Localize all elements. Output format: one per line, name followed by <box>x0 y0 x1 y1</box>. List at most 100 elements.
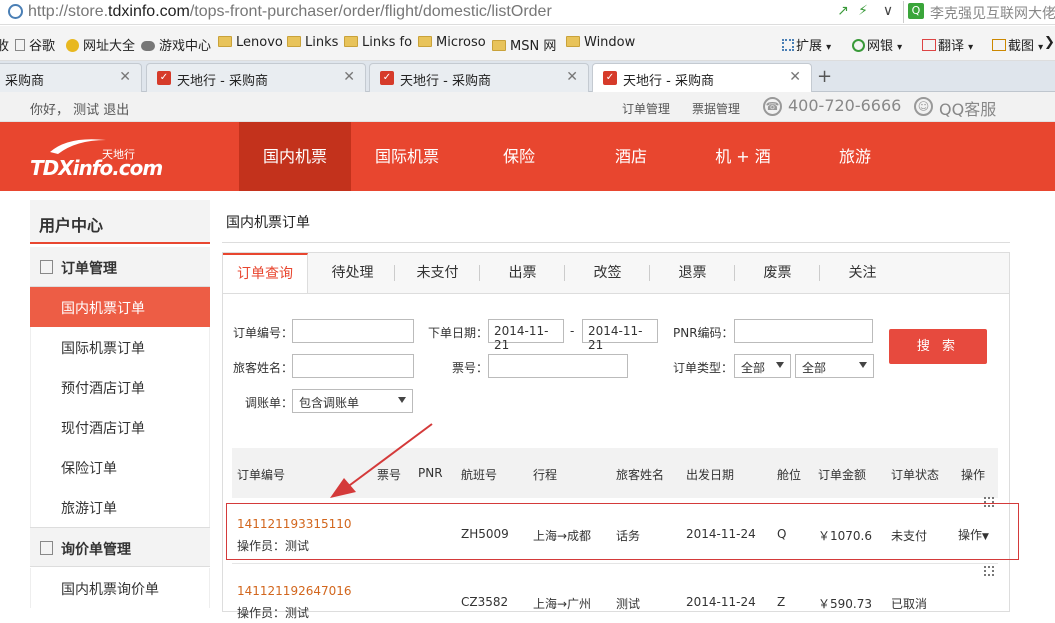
sidebar-header: 用户中心 <box>30 200 210 244</box>
row-divider <box>232 563 998 564</box>
sidebar-item-flight-inquiry[interactable]: 国内机票询价单 <box>30 568 210 608</box>
order-mgmt-link[interactable]: 订单管理 <box>622 100 670 117</box>
extensions-button[interactable]: 扩展 ▾ <box>782 35 831 54</box>
tab-void[interactable]: 废票 <box>735 253 820 294</box>
page-icon <box>15 39 25 51</box>
tab-order-query[interactable]: 订单查询 <box>223 253 308 295</box>
adjust-select[interactable]: 包含调账单 <box>292 389 413 413</box>
nav-hotel[interactable]: 酒店 <box>575 122 687 191</box>
bookmark-window[interactable]: Window <box>566 35 635 50</box>
pnr-input[interactable] <box>734 319 873 343</box>
bookmark-hao123[interactable]: 网址大全 <box>66 35 135 54</box>
site-logo[interactable]: 天地行 TDXinfo.com <box>30 134 163 180</box>
sidebar-item-intl-flight[interactable]: 国际机票订单 <box>30 327 210 367</box>
page-title: 国内机票订单 <box>226 215 310 231</box>
chevron-down-icon[interactable]: ∨ <box>880 3 896 19</box>
col-order-no: 订单编号 <box>237 468 286 482</box>
bookmarks-bar: 收 谷歌 网址大全 游戏中心 Lenovo Links Links fo Mic… <box>0 26 1055 61</box>
sidebar-item-domestic-flight[interactable]: 国内机票订单 <box>30 287 210 327</box>
date-from-input[interactable]: 2014-11-21 <box>488 319 564 352</box>
tab-1[interactable]: 采购商 ✕ <box>0 63 142 92</box>
bookmarks-more[interactable]: ❯ <box>1044 35 1055 50</box>
ticket-input[interactable] <box>488 354 628 378</box>
col-amount: 订单金额 <box>818 468 867 482</box>
tab-4-active[interactable]: ✓ 天地行 - 采购商 ✕ <box>592 63 812 93</box>
close-icon[interactable]: ✕ <box>119 69 131 85</box>
search-engine-icon: Q <box>908 3 924 19</box>
sidebar-group-orders[interactable]: 订单管理 <box>30 247 210 287</box>
order-date-label: 下单日期： <box>428 326 489 340</box>
new-tab-button[interactable]: + <box>817 66 832 87</box>
close-icon[interactable]: ✕ <box>343 69 355 85</box>
share-icon[interactable]: ↗ <box>835 3 851 19</box>
sidebar-item-cash-hotel[interactable]: 现付酒店订单 <box>30 407 210 447</box>
close-icon[interactable]: ✕ <box>789 69 801 85</box>
tab-refund[interactable]: 退票 <box>650 253 735 294</box>
bookmark-links[interactable]: Links <box>287 35 338 50</box>
qr-icon[interactable] <box>984 566 994 576</box>
sidebar-item-prepaid-hotel[interactable]: 预付酒店订单 <box>30 367 210 407</box>
globe-icon <box>8 4 23 19</box>
sidebar-group-inquiry[interactable]: 询价单管理 <box>30 527 210 567</box>
url-text[interactable]: http://store.tdxinfo.com/tops-front-purc… <box>28 3 552 21</box>
tab-title: 天地行 - 采购商 <box>400 74 491 89</box>
translate-button[interactable]: 翻译 ▾ <box>922 35 973 54</box>
nav-intl-flight[interactable]: 国际机票 <box>351 122 463 191</box>
inquiry-icon <box>40 541 53 555</box>
tab-watch[interactable]: 关注 <box>820 253 905 294</box>
nav-domestic-flight[interactable]: 国内机票 <box>239 122 351 191</box>
search-text: 李克强见互联网大佬 <box>930 6 1055 22</box>
col-status: 订单状态 <box>891 468 940 482</box>
address-bar[interactable]: http://store.tdxinfo.com/tops-front-purc… <box>0 0 1055 25</box>
phone-icon: ☎ <box>763 97 782 116</box>
ticket-mgmt-link[interactable]: 票据管理 <box>692 100 740 117</box>
lightning-icon[interactable]: ⚡ <box>855 3 871 19</box>
tab-3[interactable]: ✓ 天地行 - 采购商 ✕ <box>369 63 589 92</box>
ebank-button[interactable]: 网银 ▾ <box>852 35 902 54</box>
tab-2[interactable]: ✓ 天地行 - 采购商 ✕ <box>146 63 366 92</box>
folder-icon <box>218 36 232 47</box>
search-box[interactable]: Q 李克强见互联网大佬 <box>903 1 1055 23</box>
site-favicon: ✓ <box>380 71 394 85</box>
order-no-input[interactable] <box>292 319 414 343</box>
order-type-select-1[interactable]: 全部 <box>734 354 791 378</box>
bookmark-lenovo[interactable]: Lenovo <box>218 35 283 50</box>
screenshot-button[interactable]: 截图 ▾ <box>992 35 1043 54</box>
bookmark-games[interactable]: 游戏中心 <box>141 35 211 54</box>
tab-pending[interactable]: 待处理 <box>310 253 395 294</box>
tab-change[interactable]: 改签 <box>565 253 650 294</box>
gamepad-icon <box>141 41 155 51</box>
date-to-input[interactable]: 2014-11-21 <box>582 319 658 352</box>
bookmark-google[interactable]: 谷歌 <box>15 35 55 54</box>
folder-icon <box>344 36 358 47</box>
bookmark-partial[interactable]: 收 <box>0 35 9 54</box>
phone-number: 400-720-6666 <box>788 96 902 115</box>
bookmark-microso[interactable]: Microso <box>418 35 486 50</box>
order-no-link[interactable]: 141121192647016 <box>237 584 352 598</box>
tab-title: 天地行 - 采购商 <box>177 74 268 89</box>
pnr-label: PNR编码： <box>673 326 734 340</box>
tab-unpaid[interactable]: 未支付 <box>395 253 480 294</box>
yen-icon <box>852 39 865 52</box>
table-row[interactable]: 141121192647016 操作员：测试 CZ3582 上海→广州 测试 2… <box>232 566 998 623</box>
sidebar: 用户中心 订单管理 国内机票订单 国际机票订单 预付酒店订单 现付酒店订单 保险… <box>30 200 210 612</box>
search-button[interactable]: 搜 索 <box>889 329 987 364</box>
qq-service-link[interactable]: QQ客服 <box>939 96 996 120</box>
sidebar-item-insurance[interactable]: 保险订单 <box>30 447 210 487</box>
nav-flight-hotel[interactable]: 机 + 酒 <box>687 122 799 191</box>
close-icon[interactable]: ✕ <box>566 69 578 85</box>
nav-insurance[interactable]: 保险 <box>463 122 575 191</box>
order-type-select-2[interactable]: 全部 <box>795 354 874 378</box>
bookmark-msn[interactable]: MSN 网 <box>492 35 556 54</box>
depart-date: 2014-11-24 <box>686 595 756 609</box>
site-favicon: ✓ <box>157 71 171 85</box>
operator-text: 操作员：测试 <box>237 606 310 620</box>
greeting-text[interactable]: 你好， 测试 退出 <box>30 99 129 118</box>
sidebar-item-travel[interactable]: 旅游订单 <box>30 487 210 527</box>
status: 已取消 <box>891 597 928 611</box>
passenger-input[interactable] <box>292 354 414 378</box>
col-passenger: 旅客姓名 <box>616 468 665 482</box>
bookmark-links-fo[interactable]: Links fo <box>344 35 412 50</box>
nav-travel[interactable]: 旅游 <box>799 122 911 191</box>
tab-issued[interactable]: 出票 <box>480 253 565 294</box>
